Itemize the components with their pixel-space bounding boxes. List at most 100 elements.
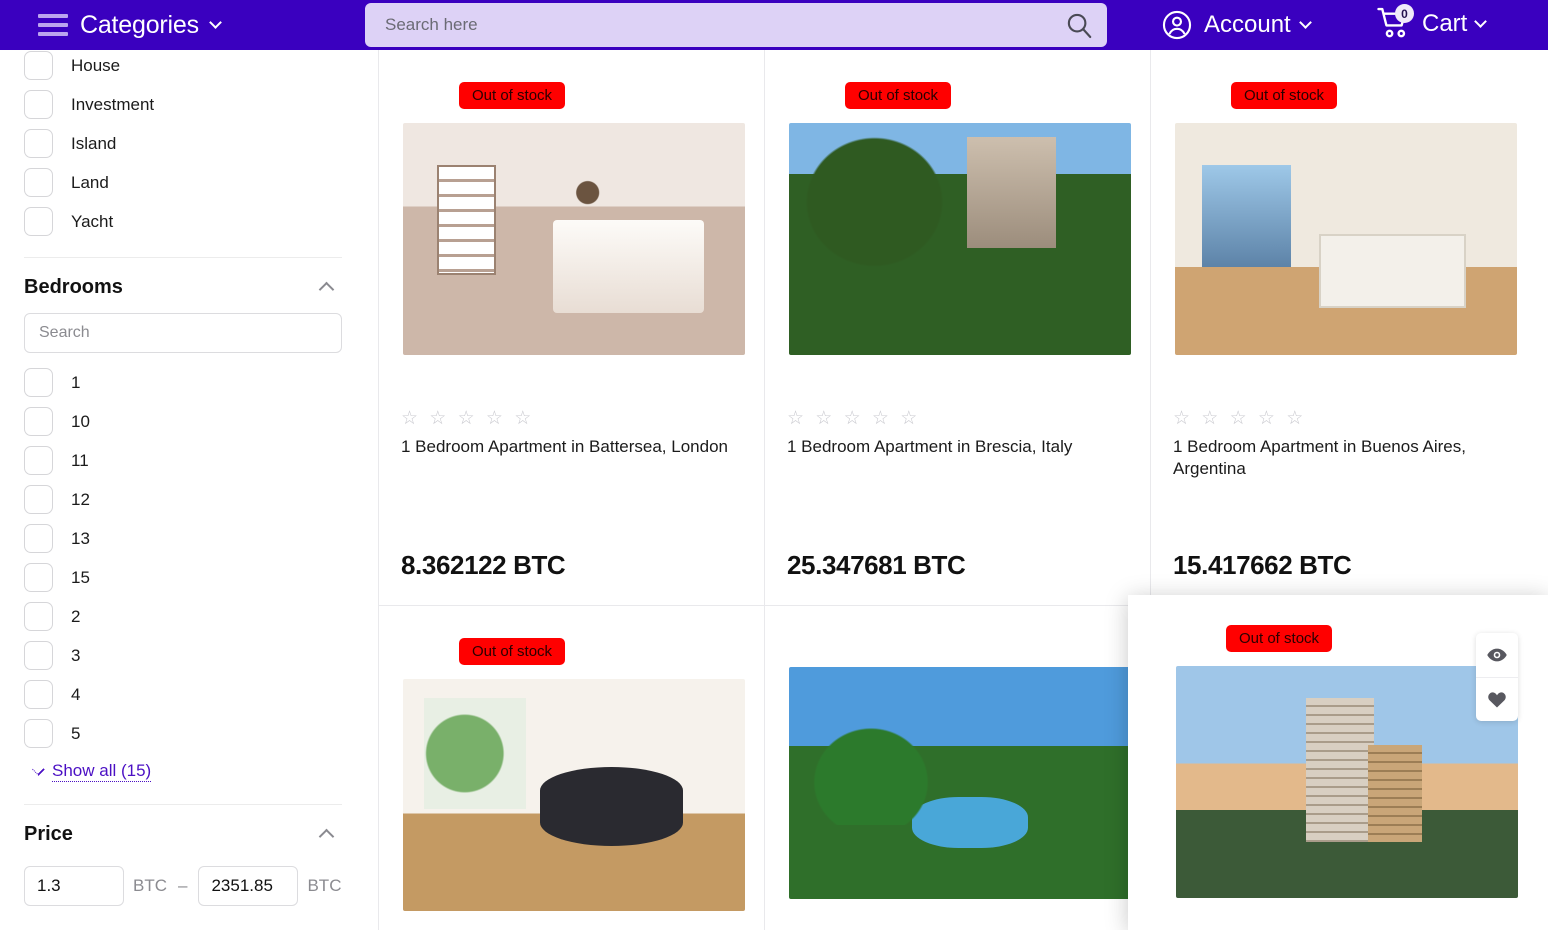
cart-label: Cart <box>1422 10 1468 37</box>
rating-stars[interactable]: ☆ ☆ ☆ ☆ ☆ <box>401 407 742 430</box>
category-filter-list: House Investment Island Land Yacht <box>24 50 342 241</box>
product-image[interactable] <box>789 123 1131 355</box>
checkbox-icon[interactable] <box>24 602 53 631</box>
product-card[interactable]: Out of stock ☆ ☆ ☆ ☆ ☆ 1 Bedroom Apartme… <box>1151 50 1548 606</box>
show-all-label: Show all (15) <box>52 761 152 782</box>
bedrooms-option-label: 3 <box>71 645 81 665</box>
price-max-input[interactable] <box>198 866 299 906</box>
checkbox-icon[interactable] <box>24 207 53 236</box>
categories-label: Categories <box>80 10 199 39</box>
show-all-bedrooms-link[interactable]: Show all (15) <box>24 753 342 782</box>
cart-count-badge: 0 <box>1395 4 1414 23</box>
chevron-down-icon <box>1474 15 1488 28</box>
category-option-land[interactable]: Land <box>24 163 342 202</box>
top-header: Categories Account <box>0 0 1548 50</box>
page-root: Categories Account <box>0 0 1548 930</box>
checkbox-icon[interactable] <box>24 485 53 514</box>
search-input[interactable] <box>365 15 1051 35</box>
bedrooms-option-label: 13 <box>71 528 90 548</box>
price-range-separator: – <box>178 876 188 895</box>
status-badge: Out of stock <box>459 82 566 109</box>
chevron-up-icon[interactable] <box>318 828 335 845</box>
product-card-hover-overlay[interactable]: Out of stock <box>1128 595 1548 930</box>
bedrooms-option-10[interactable]: 10 <box>24 402 342 441</box>
search-bar[interactable] <box>365 3 1107 47</box>
bedrooms-option-1[interactable]: 1 <box>24 363 342 402</box>
checkbox-icon[interactable] <box>24 641 53 670</box>
chevron-down-icon <box>32 762 45 776</box>
product-image[interactable] <box>1176 666 1518 898</box>
bedrooms-option-label: 4 <box>71 684 81 704</box>
checkbox-icon[interactable] <box>24 168 53 197</box>
categories-menu-button[interactable]: Categories <box>38 10 222 40</box>
bedrooms-option-4[interactable]: 4 <box>24 675 342 714</box>
search-button[interactable] <box>1051 3 1107 47</box>
checkbox-icon[interactable] <box>24 524 53 553</box>
bedrooms-search-input[interactable] <box>24 313 342 353</box>
chevron-up-icon[interactable] <box>318 281 335 298</box>
bedrooms-option-label: 10 <box>71 411 90 431</box>
checkbox-icon[interactable] <box>24 51 53 80</box>
category-option-yacht[interactable]: Yacht <box>24 202 342 241</box>
status-badge: Out of stock <box>459 638 566 665</box>
category-option-label: Investment <box>71 94 155 114</box>
product-card[interactable]: Out of stock ☆ ☆ ☆ ☆ ☆ 1 Bedroom Apartme… <box>765 50 1151 606</box>
product-image[interactable] <box>403 123 745 355</box>
product-price: 15.417662 BTC <box>1173 550 1352 580</box>
product-card[interactable]: Out of stock <box>379 606 765 930</box>
checkbox-icon[interactable] <box>24 368 53 397</box>
product-title[interactable]: 1 Bedroom Apartment in Battersea, London <box>401 436 731 458</box>
price-range-row: BTC – BTC <box>24 860 342 906</box>
category-option-investment[interactable]: Investment <box>24 85 342 124</box>
price-min-input[interactable] <box>24 866 124 906</box>
status-badge: Out of stock <box>845 82 952 109</box>
quick-view-button[interactable] <box>1476 633 1518 677</box>
bedrooms-option-label: 1 <box>71 372 81 392</box>
product-title[interactable]: 1 Bedroom Apartment in Brescia, Italy <box>787 436 1117 458</box>
rating-stars[interactable]: ☆ ☆ ☆ ☆ ☆ <box>1173 407 1526 430</box>
product-image[interactable] <box>789 667 1131 899</box>
account-menu-button[interactable]: Account <box>1160 8 1312 42</box>
eye-icon <box>1487 648 1507 662</box>
rating-stars[interactable]: ☆ ☆ ☆ ☆ ☆ <box>787 407 1128 430</box>
bedrooms-filter-list: 1 10 11 12 13 15 2 3 4 5 <box>24 363 342 753</box>
product-price: 25.347681 BTC <box>787 550 966 580</box>
product-card[interactable] <box>765 606 1151 930</box>
bedrooms-title: Bedrooms <box>24 276 123 298</box>
bedrooms-option-5[interactable]: 5 <box>24 714 342 753</box>
checkbox-icon[interactable] <box>24 446 53 475</box>
product-quick-actions <box>1476 633 1518 721</box>
bedrooms-option-15[interactable]: 15 <box>24 558 342 597</box>
bedrooms-option-3[interactable]: 3 <box>24 636 342 675</box>
account-circle-icon <box>1162 10 1192 40</box>
category-option-label: Land <box>71 172 109 192</box>
cart-menu-button[interactable]: 0 Cart <box>1375 4 1488 44</box>
status-badge: Out of stock <box>1231 82 1338 109</box>
checkbox-icon[interactable] <box>24 719 53 748</box>
product-card[interactable]: Out of stock ☆ ☆ ☆ ☆ ☆ 1 Bedroom Apartme… <box>379 50 765 606</box>
checkbox-icon[interactable] <box>24 129 53 158</box>
category-option-house[interactable]: House <box>24 50 342 85</box>
bedrooms-option-13[interactable]: 13 <box>24 519 342 558</box>
account-label: Account <box>1204 11 1291 38</box>
product-title[interactable]: 1 Bedroom Apartment in Buenos Aires, Arg… <box>1173 436 1503 480</box>
product-image[interactable] <box>403 679 745 911</box>
category-option-label: Island <box>71 133 117 153</box>
price-section-header[interactable]: Price <box>24 805 342 860</box>
bedrooms-option-label: 2 <box>71 606 81 626</box>
checkbox-icon[interactable] <box>24 680 53 709</box>
product-image[interactable] <box>1175 123 1517 355</box>
bedrooms-option-label: 15 <box>71 567 90 587</box>
bedrooms-option-11[interactable]: 11 <box>24 441 342 480</box>
checkbox-icon[interactable] <box>24 407 53 436</box>
heart-icon <box>1488 692 1506 708</box>
wishlist-button[interactable] <box>1476 677 1518 721</box>
bedrooms-option-2[interactable]: 2 <box>24 597 342 636</box>
category-option-label: House <box>71 55 121 75</box>
price-min-currency: BTC <box>133 876 167 895</box>
bedrooms-option-12[interactable]: 12 <box>24 480 342 519</box>
category-option-island[interactable]: Island <box>24 124 342 163</box>
bedrooms-section-header[interactable]: Bedrooms <box>24 258 342 313</box>
checkbox-icon[interactable] <box>24 90 53 119</box>
checkbox-icon[interactable] <box>24 563 53 592</box>
